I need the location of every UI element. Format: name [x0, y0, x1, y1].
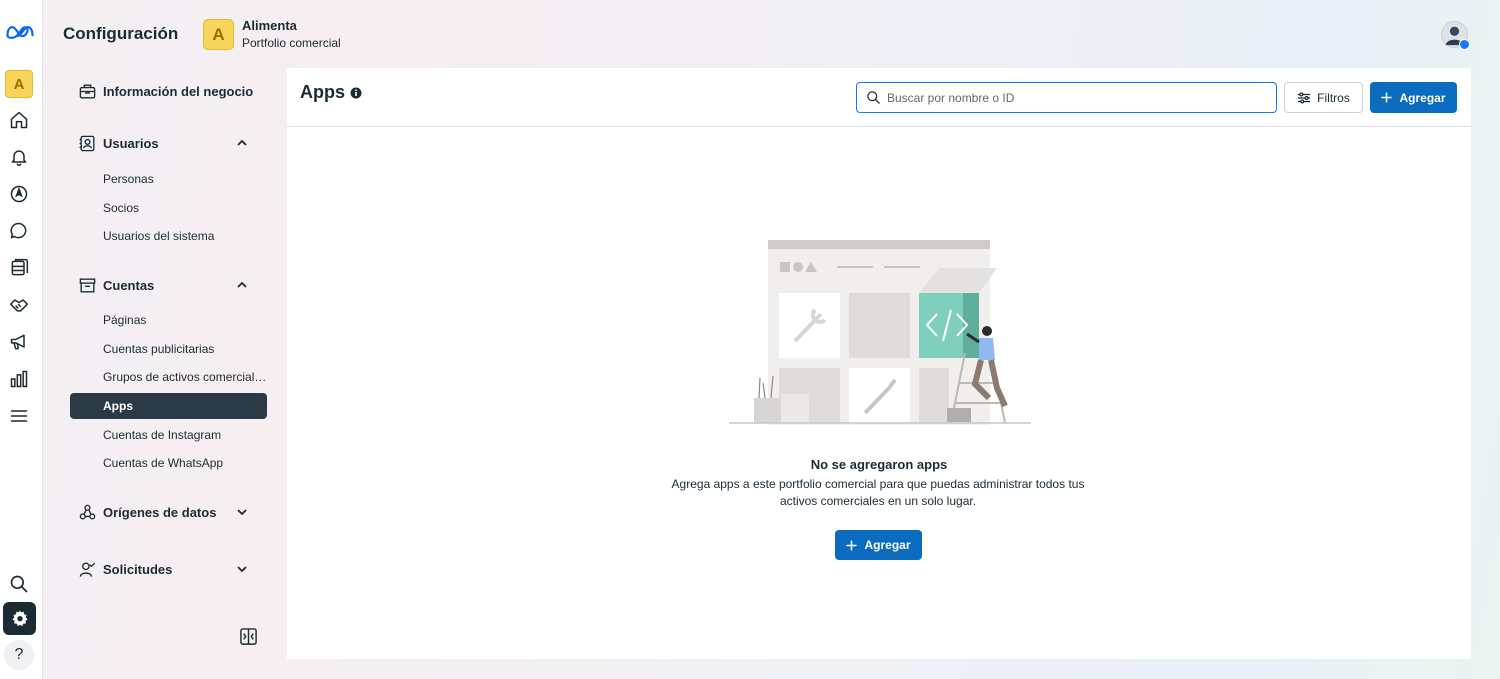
add-app-button-label: Agregar	[864, 538, 911, 552]
business-logo[interactable]: A	[203, 19, 234, 50]
add-button-label: Agregar	[1399, 90, 1446, 105]
handshake-icon[interactable]	[5, 291, 33, 319]
search-icon	[867, 91, 880, 104]
chevron-up-icon	[237, 139, 247, 146]
empty-state-description: Agrega apps a este portfolio comercial p…	[671, 477, 1085, 508]
search-field[interactable]	[856, 82, 1277, 113]
sidebar-group-label: Solicitudes	[103, 561, 173, 577]
megaphone-icon[interactable]	[5, 328, 33, 356]
bell-icon[interactable]	[5, 143, 33, 171]
sidebar-group-requests[interactable]: Solicitudes	[78, 555, 268, 583]
chevron-up-icon	[237, 281, 247, 288]
sidebar-group-data-sources[interactable]: Orígenes de datos	[78, 498, 268, 526]
menu-icon[interactable]	[5, 402, 33, 430]
user-avatar[interactable]	[1441, 21, 1470, 50]
users-icon	[79, 135, 95, 151]
sidebar-item-business-info[interactable]: Información del negocio	[78, 77, 268, 105]
sidebar-group-users[interactable]: Usuarios	[78, 129, 268, 157]
chevron-down-icon	[237, 566, 247, 573]
sidebar-item-people[interactable]: Personas	[70, 166, 267, 192]
sidebar-group-label: Usuarios	[103, 135, 159, 151]
facebook-badge-icon	[1459, 39, 1470, 50]
plus-icon	[846, 539, 858, 551]
pages-icon[interactable]	[5, 254, 33, 282]
info-icon[interactable]	[350, 87, 362, 99]
panel-header: Apps Filtros Agregar	[287, 68, 1471, 127]
chevron-down-icon	[237, 509, 247, 516]
sidebar-group-label: Orígenes de datos	[103, 504, 217, 520]
search-icon[interactable]	[5, 570, 33, 598]
business-subtitle: Portfolio comercial	[242, 36, 341, 50]
user-check-icon	[79, 561, 96, 577]
data-sources-icon	[79, 504, 96, 520]
add-button[interactable]: Agregar	[1370, 82, 1457, 113]
sidebar-item-whatsapp-accounts[interactable]: Cuentas de WhatsApp	[70, 450, 267, 476]
sidebar-item-ad-accounts[interactable]: Cuentas publicitarias	[70, 336, 267, 362]
sliders-icon	[1298, 91, 1311, 104]
sidebar-group-accounts[interactable]: Cuentas	[78, 271, 268, 299]
compass-icon[interactable]	[5, 180, 33, 208]
sidebar-group-label: Cuentas	[103, 277, 155, 293]
plus-icon	[1381, 92, 1393, 103]
meta-logo-icon[interactable]	[4, 18, 36, 46]
gear-icon[interactable]	[3, 602, 36, 635]
filters-label: Filtros	[1317, 90, 1350, 105]
collapse-sidebar-icon[interactable]	[239, 627, 258, 646]
sidebar-item-label: Información del negocio	[103, 83, 254, 99]
filters-button[interactable]: Filtros	[1284, 82, 1363, 113]
main-panel: Apps Filtros Agregar	[287, 68, 1471, 659]
panel-title: Apps	[300, 82, 345, 102]
archive-box-icon	[79, 277, 96, 293]
bar-chart-icon[interactable]	[5, 365, 33, 393]
home-icon[interactable]	[5, 106, 33, 134]
add-app-button[interactable]: Agregar	[835, 530, 922, 560]
sidebar-item-system-users[interactable]: Usuarios del sistema	[70, 223, 267, 249]
sidebar-item-business-asset-groups[interactable]: Grupos de activos comerciales	[70, 364, 267, 390]
sidebar-item-instagram-accounts[interactable]: Cuentas de Instagram	[70, 422, 267, 448]
help-icon[interactable]: ?	[4, 640, 34, 670]
sidebar-item-partners[interactable]: Socios	[70, 195, 267, 221]
icon-rail: A ?	[0, 0, 43, 679]
account-avatar[interactable]: A	[5, 70, 33, 98]
business-name[interactable]: Alimenta	[242, 18, 297, 33]
page-title: Configuración	[63, 24, 179, 43]
sidebar-item-pages[interactable]: Páginas	[70, 307, 267, 333]
search-input[interactable]	[887, 88, 1267, 107]
sidebar-item-apps[interactable]: Apps	[70, 393, 267, 419]
chat-icon[interactable]	[5, 217, 33, 245]
briefcase-icon	[79, 83, 96, 99]
empty-state-illustration	[729, 240, 1031, 425]
empty-state-title: No se agregaron apps	[810, 457, 948, 472]
